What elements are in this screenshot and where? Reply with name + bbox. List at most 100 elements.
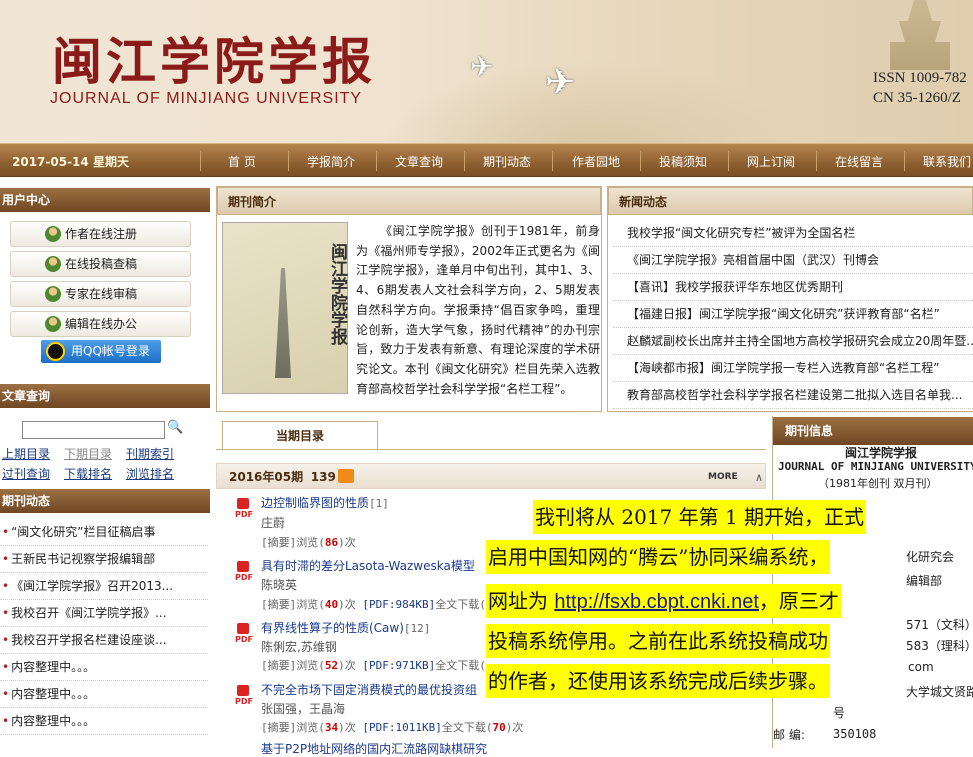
news-item[interactable]: 【福建日报】闽江学院学报“闽文化研究”获评教育部“名栏” bbox=[613, 301, 973, 328]
article-authors: 陈俐宏,苏维钢 bbox=[261, 640, 337, 654]
sidebar-news-item[interactable]: • 内容整理中。。。 bbox=[0, 681, 208, 708]
issn-number: ISSN 1009-782 bbox=[873, 70, 967, 86]
news-item[interactable]: 《闽江学院学报》亮相首届中国（武汉）刊博会 bbox=[613, 247, 973, 274]
nav-submission-guide[interactable]: 投稿须知 bbox=[659, 153, 707, 170]
journal-info-publisher: 编辑部 bbox=[906, 574, 943, 588]
issn-block: ISSN 1009-782 CN 35-1260/Z bbox=[873, 68, 967, 108]
pdf-icon[interactable]: PDF bbox=[235, 685, 253, 707]
user-center-heading: 用户中心 bbox=[0, 188, 210, 212]
nav-about[interactable]: 学报简介 bbox=[307, 153, 355, 170]
user-icon bbox=[45, 286, 61, 302]
journal-news-heading: 期刊动态 bbox=[0, 489, 210, 513]
mountain-decoration bbox=[380, 60, 800, 143]
user-icon bbox=[45, 226, 61, 242]
rss-icon[interactable] bbox=[338, 469, 354, 483]
notice-line: 我刊将从 2017 年第 1 期开始，正式 bbox=[533, 500, 867, 534]
site-title-cn: 闽江学院学报 bbox=[52, 32, 376, 91]
view-rank-link[interactable]: 浏览排名 bbox=[126, 465, 174, 482]
notice-line: 网址为 http://fsxb.cbpt.cnki.net，原三才 bbox=[486, 584, 841, 618]
news-item[interactable]: 我校学报“闽文化研究专栏”被评为全国名栏 bbox=[613, 220, 973, 247]
author-register-button[interactable]: 作者在线注册 bbox=[10, 221, 191, 247]
article-search-heading: 文章查询 bbox=[0, 384, 210, 408]
sidebar-news-item[interactable]: • 我校召开《闽江学院学报》... bbox=[0, 600, 208, 627]
article-title[interactable]: 有界线性算子的性质(Caw)[12] bbox=[261, 619, 430, 636]
tab-current-issue[interactable]: 当期目录 bbox=[222, 421, 378, 450]
article-meta: [摘要]浏览(40)次 [PDF:984KB]全文下载( bbox=[261, 598, 486, 611]
pagoda-decoration bbox=[890, 0, 950, 70]
prev-issue-link[interactable]: 上期目录 bbox=[2, 445, 50, 462]
issue-index-link[interactable]: 刊期索引 bbox=[126, 445, 174, 462]
next-issue-link[interactable]: 下期目录 bbox=[64, 445, 112, 462]
article-title[interactable]: 具有时滞的差分Lasota-Wazweska模型 bbox=[261, 557, 475, 574]
notice-line: 的作者，还使用该系统完成后续步骤。 bbox=[486, 664, 830, 698]
user-icon bbox=[45, 316, 61, 332]
nav-journal-news[interactable]: 期刊动态 bbox=[483, 153, 531, 170]
main-nav: 2017-05-14 星期天 首 页 学报简介 文章查询 期刊动态 作者园地 投… bbox=[0, 143, 973, 177]
news-item[interactable]: 【喜讯】我校学报获评华东地区优秀期刊 bbox=[613, 274, 973, 301]
crane-icon: ✈ bbox=[545, 62, 576, 103]
download-rank-link[interactable]: 下载排名 bbox=[64, 465, 112, 482]
site-title-en: JOURNAL OF MINJIANG UNIVERSITY bbox=[50, 90, 363, 107]
qq-login-button[interactable]: 用QQ帐号登录 bbox=[41, 340, 161, 363]
news-item[interactable]: 教育部高校哲学社会科学学报名栏建设第二批拟入选目名单我... bbox=[613, 382, 973, 409]
article-authors: 庄蔚 bbox=[261, 516, 286, 530]
issue-bar: 2016年05期 139 bbox=[216, 463, 766, 489]
cnki-url-link[interactable]: http://fsxb.cbpt.cnki.net bbox=[554, 591, 759, 613]
journal-founded: （1981年创刊 双月刊） bbox=[818, 477, 938, 490]
editor-office-button[interactable]: 编辑在线办公 bbox=[10, 311, 191, 337]
news-item[interactable]: 【海峡都市报】闽江学院学报一专栏入选教育部“名栏工程” bbox=[613, 355, 973, 382]
sidebar-news-item[interactable]: • 内容整理中。。。 bbox=[0, 708, 208, 735]
qq-icon bbox=[46, 342, 65, 361]
nav-subscribe[interactable]: 网上订阅 bbox=[747, 153, 795, 170]
news-item[interactable]: 赵麟斌副校长出席并主持全国地方高校学报研究会成立20周年暨... bbox=[613, 328, 973, 355]
more-link[interactable]: MORE bbox=[708, 472, 738, 482]
sidebar-news-item[interactable]: • 《闽江学院学报》召开2013... bbox=[0, 573, 208, 600]
nav-home[interactable]: 首 页 bbox=[228, 153, 256, 170]
scroll-up-icon[interactable]: ∧ bbox=[755, 471, 763, 484]
journal-info-heading: 期刊信息 bbox=[773, 417, 973, 445]
article-authors: 陈晓英 bbox=[261, 578, 298, 592]
article-title[interactable]: 边控制临界图的性质[1] bbox=[261, 494, 389, 511]
journal-intro-text: 《闽江学院学报》创刊于1981年，前身为《福州师专学报》，2002年正式更名为《… bbox=[356, 224, 600, 396]
pdf-icon[interactable]: PDF bbox=[235, 623, 253, 645]
past-issue-link[interactable]: 过刊查询 bbox=[2, 465, 50, 482]
article-authors: 张国强，王晶海 bbox=[261, 702, 346, 716]
sidebar-news-item[interactable]: • 内容整理中。。。 bbox=[0, 654, 208, 681]
article-title[interactable]: 基于P2P地址网络的国内汇流路网缺棋研究 bbox=[261, 740, 487, 757]
journal-info-address: 大学城文贤路 bbox=[906, 685, 973, 699]
nav-contact[interactable]: 联系我们 bbox=[923, 153, 971, 170]
nav-article-search[interactable]: 文章查询 bbox=[395, 153, 443, 170]
journal-info-sponsor: 化研究会 bbox=[906, 550, 955, 564]
journal-info-phone-sci: 583（理科） bbox=[906, 639, 973, 653]
article-meta: [摘要]浏览(86)次 bbox=[261, 536, 356, 549]
current-date: 2017-05-14 星期天 bbox=[12, 155, 129, 169]
site-banner: 闽江学院学报 JOURNAL OF MINJIANG UNIVERSITY ✈ … bbox=[0, 0, 973, 143]
pdf-icon[interactable]: PDF bbox=[235, 498, 253, 520]
journal-cover-image[interactable]: 闽江学院学报 bbox=[222, 222, 348, 394]
sidebar-news-item[interactable]: • 王新民书记视察学报编辑部 bbox=[0, 546, 208, 573]
postcode-label: 邮 编: bbox=[773, 728, 805, 742]
crane-icon: ✈ bbox=[470, 50, 494, 83]
sidebar-news-item[interactable]: • 我校召开学报名栏建设座谈... bbox=[0, 627, 208, 654]
nav-message[interactable]: 在线留言 bbox=[835, 153, 883, 170]
notice-line: 投稿系统停用。之前在此系统投稿成功 bbox=[486, 624, 830, 658]
journal-name-en: JOURNAL OF MINJIANG UNIVERSITY bbox=[778, 460, 973, 473]
notice-line: 启用中国知网的“腾云”协同采编系统， bbox=[486, 540, 831, 574]
sidebar-news-item[interactable]: • “闽文化研究”栏目征稿启事 bbox=[0, 519, 208, 546]
notice-popup: 我刊将从 2017 年第 1 期开始，正式 启用中国知网的“腾云”协同采编系统，… bbox=[486, 496, 904, 698]
pdf-icon[interactable]: PDF bbox=[235, 561, 253, 583]
online-submission-button[interactable]: 在线投稿查稿 bbox=[10, 251, 191, 277]
journal-info-address-2: 号 bbox=[833, 706, 846, 720]
article-title[interactable]: 不完全市场下固定消费模式的最优投资组 bbox=[261, 681, 477, 698]
journal-name-cn: 闽江学院学报 bbox=[845, 446, 918, 460]
journal-info-phone-arts: 571（文科） bbox=[906, 618, 973, 632]
nav-author-area[interactable]: 作者园地 bbox=[572, 153, 620, 170]
article-meta: [摘要]浏览(34)次 [PDF:1011KB]全文下载(70)次 bbox=[261, 721, 524, 734]
search-icon[interactable]: 🔍 bbox=[167, 420, 183, 435]
article-search-input[interactable] bbox=[22, 421, 165, 439]
user-icon bbox=[45, 256, 61, 272]
cn-number: CN 35-1260/Z bbox=[873, 90, 961, 106]
journal-intro-heading: 期刊简介 bbox=[217, 187, 601, 215]
expert-review-button[interactable]: 专家在线审稿 bbox=[10, 281, 191, 307]
cover-title: 闽江学院学报 bbox=[327, 243, 347, 345]
